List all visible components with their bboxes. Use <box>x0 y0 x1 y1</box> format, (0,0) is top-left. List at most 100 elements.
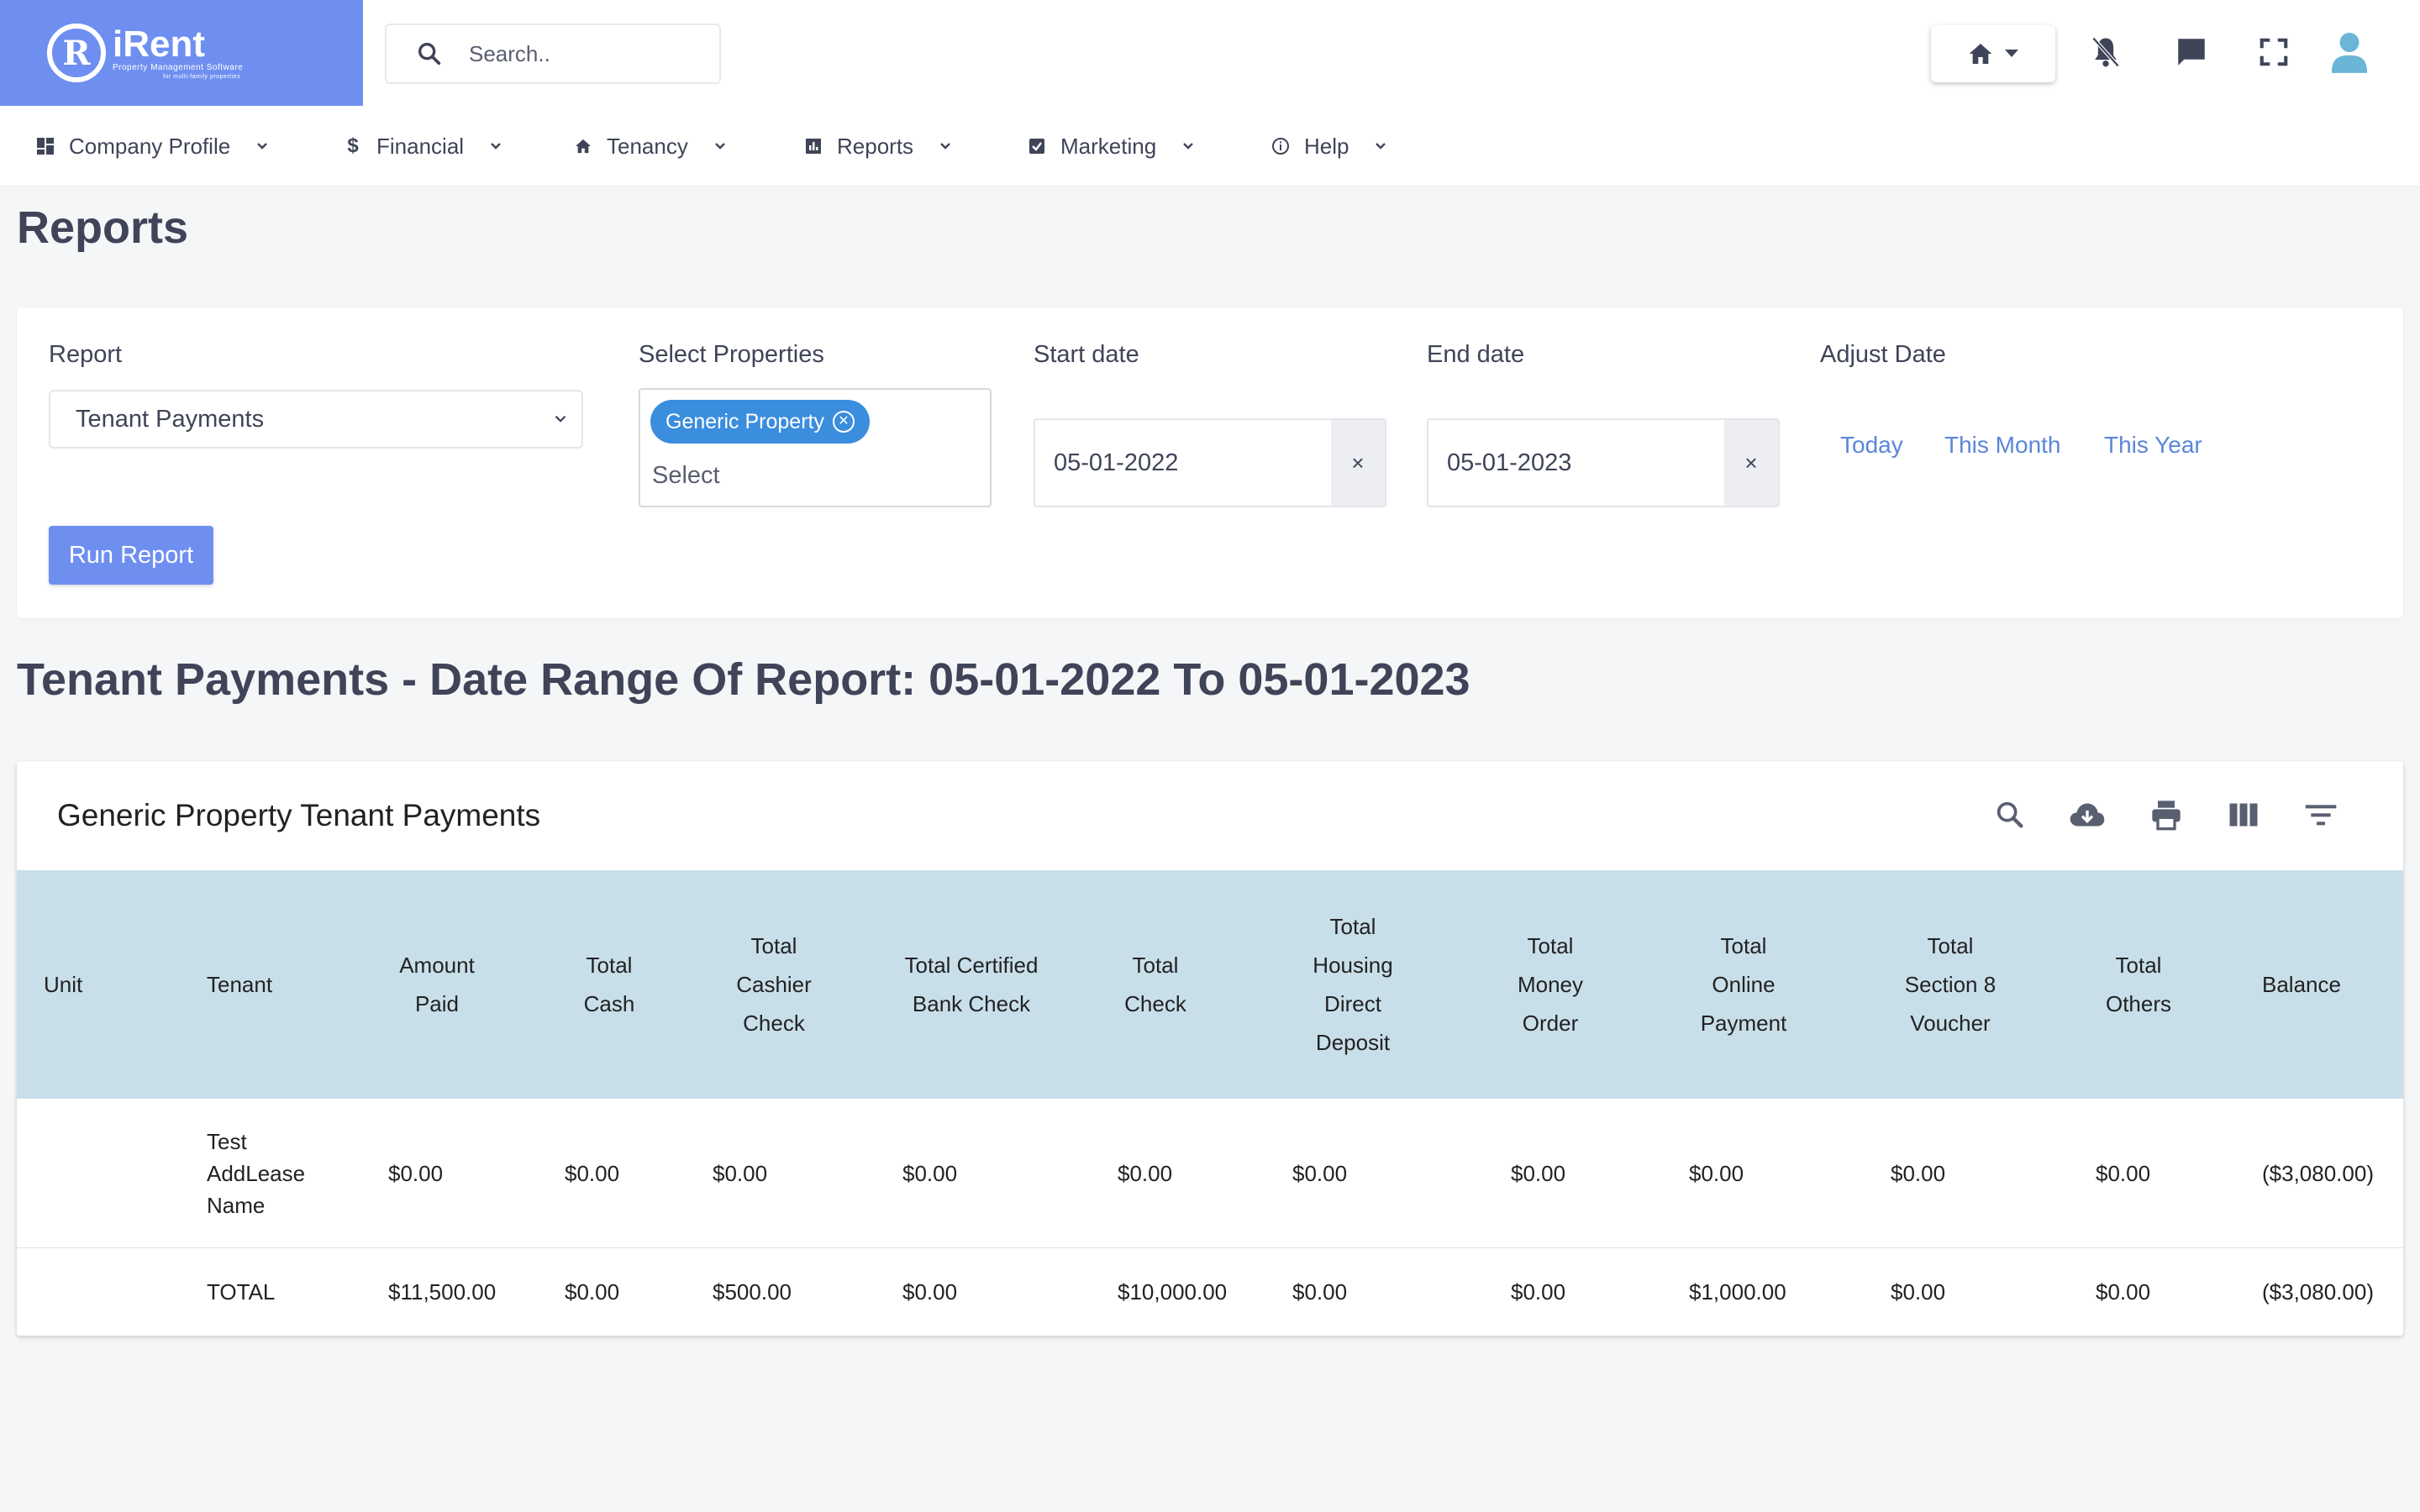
cell-total-cash: $0.00 <box>565 1279 620 1305</box>
column-header[interactable]: Total Section 8 Voucher <box>1896 870 2005 1099</box>
nav-label: Company Profile <box>69 133 231 159</box>
checkbox-icon <box>1027 136 1047 156</box>
cell-balance: ($3,080.00) <box>2262 1160 2374 1186</box>
cell-online-payment: $1,000.00 <box>1689 1279 1786 1305</box>
cell-section8-voucher: $0.00 <box>1891 1279 1946 1305</box>
cell-cashier-check: $0.00 <box>713 1160 768 1186</box>
column-header[interactable]: Total Certified Bank Check <box>904 870 1039 1099</box>
column-header[interactable]: Total Cashier Check <box>719 870 829 1099</box>
start-date-value[interactable]: 05-01-2022 <box>1035 420 1331 506</box>
nav-tenancy[interactable]: Tenancy <box>573 106 729 186</box>
report-label: Report <box>49 341 123 368</box>
chevron-down-icon <box>1376 143 1386 150</box>
nav-help[interactable]: Help <box>1270 106 1389 186</box>
cell-section8-voucher: $0.00 <box>1891 1160 1946 1186</box>
chevron-down-icon <box>555 415 566 423</box>
clear-end-date-button[interactable]: × <box>1724 420 1778 506</box>
report-select-value: Tenant Payments <box>76 405 265 433</box>
home-icon <box>1969 44 1992 64</box>
cell-cashier-check: $500.00 <box>713 1279 792 1305</box>
column-header[interactable]: Total Housing Direct Deposit <box>1302 870 1403 1099</box>
adjust-date-label: Adjust Date <box>1820 341 1946 368</box>
run-report-button[interactable]: Run Report <box>49 526 213 585</box>
nav-label: Tenancy <box>607 133 688 159</box>
cell-money-order: $0.00 <box>1511 1160 1566 1186</box>
info-icon <box>1270 136 1291 156</box>
nav-marketing[interactable]: Marketing <box>1027 106 1197 186</box>
cell-balance: ($3,080.00) <box>2262 1279 2374 1305</box>
cell-amount-paid: $0.00 <box>388 1160 444 1186</box>
column-header[interactable]: Unit <box>44 870 145 1099</box>
start-date-field[interactable]: 05-01-2022 × <box>1034 418 1386 507</box>
cell-check: $0.00 <box>1118 1160 1173 1186</box>
search-icon <box>418 42 441 66</box>
chevron-down-icon <box>714 143 725 150</box>
column-header[interactable]: Total Money Order <box>1504 870 1597 1099</box>
column-header[interactable]: Balance <box>2262 870 2371 1099</box>
today-link[interactable]: Today <box>1840 432 1903 459</box>
end-date-value[interactable]: 05-01-2023 <box>1428 420 1724 506</box>
cell-others: $0.00 <box>2096 1279 2151 1305</box>
column-header[interactable]: Total Cash <box>563 870 655 1099</box>
column-header[interactable]: Total Others <box>2092 870 2185 1099</box>
property-chip-label: Generic Property <box>666 409 824 433</box>
page-title: Reports <box>17 202 189 253</box>
column-header[interactable]: Amount Paid <box>387 870 487 1099</box>
search-box[interactable] <box>385 24 721 84</box>
cloud-download-icon[interactable] <box>2069 796 2106 833</box>
report-select[interactable]: Tenant Payments <box>49 390 583 449</box>
table-row: Test AddLease Name $0.00 $0.00 $0.00 $0.… <box>17 1099 2403 1248</box>
cell-tenant: TOTAL <box>207 1279 276 1305</box>
report-title: Tenant Payments - Date Range Of Report: … <box>17 654 1470 705</box>
column-header[interactable]: Total Online Payment <box>1689 870 1798 1099</box>
report-icon <box>803 136 823 156</box>
chevron-down-icon <box>257 143 268 150</box>
end-date-label: End date <box>1427 341 1525 368</box>
main-nav: Company Profile $ Financial Tenancy Repo… <box>0 106 2420 186</box>
user-icon[interactable] <box>2328 30 2371 74</box>
logo-subtitle: Property Management Software <box>113 62 244 72</box>
nav-financial[interactable]: $ Financial <box>343 106 504 186</box>
print-icon[interactable] <box>2148 796 2185 833</box>
cell-housing-direct-deposit: $0.00 <box>1292 1160 1348 1186</box>
filter-icon[interactable] <box>2302 796 2339 833</box>
logo[interactable]: R iRent Property Management Software for… <box>0 0 363 106</box>
this-year-link[interactable]: This Year <box>2104 432 2202 459</box>
nav-company-profile[interactable]: Company Profile <box>35 106 271 186</box>
chevron-down-icon <box>940 143 950 150</box>
property-chip[interactable]: Generic Property ✕ <box>650 400 870 444</box>
table-total-row: TOTAL $11,500.00 $0.00 $500.00 $0.00 $10… <box>17 1248 2403 1336</box>
remove-chip-icon[interactable]: ✕ <box>832 411 855 433</box>
properties-placeholder: Select <box>652 462 720 489</box>
logo-tagline: for multi-family properties <box>163 73 241 80</box>
clear-start-date-button[interactable]: × <box>1331 420 1385 506</box>
report-filter-card: Report Tenant Payments Select Properties… <box>17 307 2403 618</box>
this-month-link[interactable]: This Month <box>1944 432 2061 459</box>
nav-label: Reports <box>837 133 914 159</box>
start-date-label: Start date <box>1034 341 1139 368</box>
cell-amount-paid: $11,500.00 <box>388 1279 497 1305</box>
cell-check: $10,000.00 <box>1118 1279 1228 1305</box>
nav-reports[interactable]: Reports <box>803 106 954 186</box>
cell-tenant: Test AddLease Name <box>207 1128 306 1218</box>
bell-off-icon[interactable] <box>2084 30 2128 74</box>
end-date-field[interactable]: 05-01-2023 × <box>1427 418 1780 507</box>
fullscreen-icon[interactable] <box>2252 30 2296 74</box>
cell-online-payment: $0.00 <box>1689 1160 1744 1186</box>
report-table-card: Generic Property Tenant Payments Unit Te… <box>17 761 2403 1336</box>
table-title: Generic Property Tenant Payments <box>57 798 541 832</box>
home-icon <box>573 136 593 156</box>
chat-icon[interactable] <box>2170 30 2213 74</box>
caret-down-icon <box>2005 50 2018 57</box>
cell-others: $0.00 <box>2096 1160 2151 1186</box>
properties-multiselect[interactable]: Generic Property ✕ Select <box>639 388 992 507</box>
columns-icon[interactable] <box>2225 796 2262 833</box>
column-header[interactable]: Total Check <box>1109 870 1202 1099</box>
search-icon[interactable] <box>1991 796 2028 833</box>
properties-label: Select Properties <box>639 341 824 368</box>
search-input[interactable] <box>469 40 687 67</box>
column-header[interactable]: Tenant <box>207 870 316 1099</box>
nav-label: Help <box>1304 133 1349 159</box>
dashboard-icon <box>35 136 55 156</box>
home-dropdown-button[interactable] <box>1931 25 2055 82</box>
